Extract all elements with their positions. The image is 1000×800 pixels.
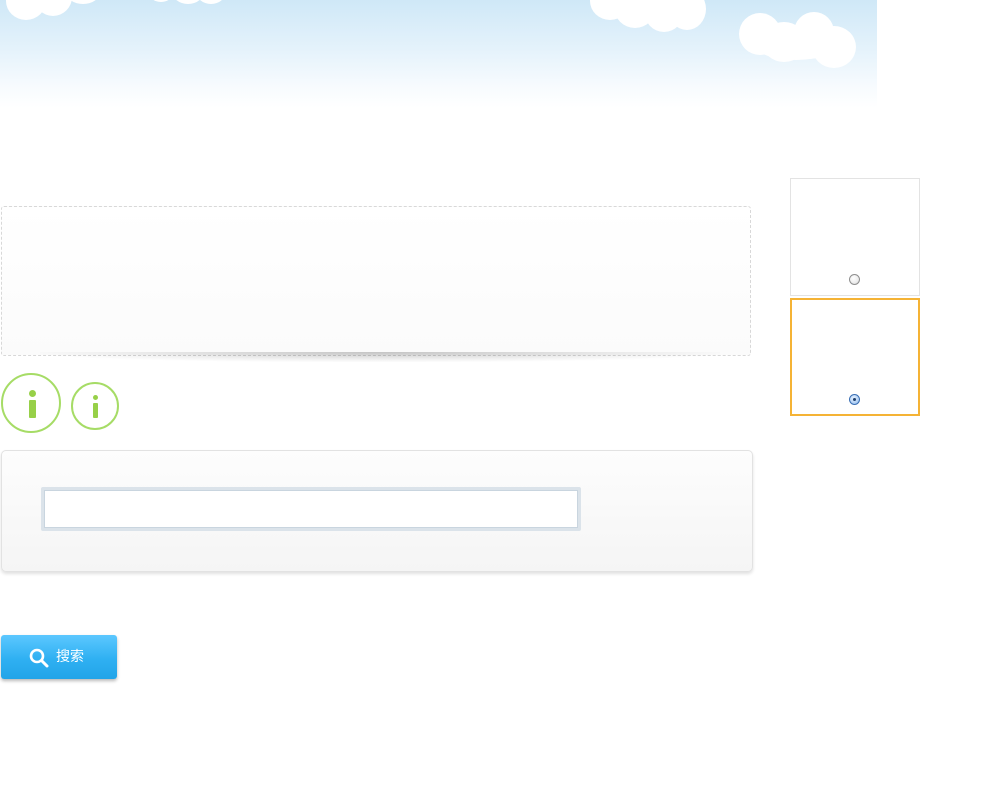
option-card-1[interactable] — [790, 178, 920, 296]
info-icon — [1, 373, 61, 433]
search-panel — [1, 450, 753, 572]
info-icon-stem — [29, 400, 36, 418]
search-button-label: 搜索 — [56, 649, 84, 665]
cloud — [756, 32, 836, 60]
cloud — [172, 0, 204, 4]
option-radio-1[interactable] — [849, 274, 860, 285]
search-input[interactable] — [41, 487, 581, 531]
search-icon — [29, 648, 49, 668]
panel-shadow — [40, 352, 720, 362]
sky-banner — [0, 0, 877, 108]
cloud — [148, 0, 174, 2]
page: 搜索 — [0, 0, 1000, 800]
info-icon-stem — [93, 403, 98, 418]
info-icon-dot — [29, 390, 36, 397]
search-button[interactable]: 搜索 — [1, 635, 117, 679]
notice-panel — [1, 206, 751, 356]
option-radio-2-selected[interactable] — [849, 394, 860, 405]
cloud — [196, 0, 226, 4]
option-card-2-selected[interactable] — [790, 298, 920, 416]
info-icon-dot — [93, 395, 98, 400]
info-icon-small — [71, 382, 119, 430]
